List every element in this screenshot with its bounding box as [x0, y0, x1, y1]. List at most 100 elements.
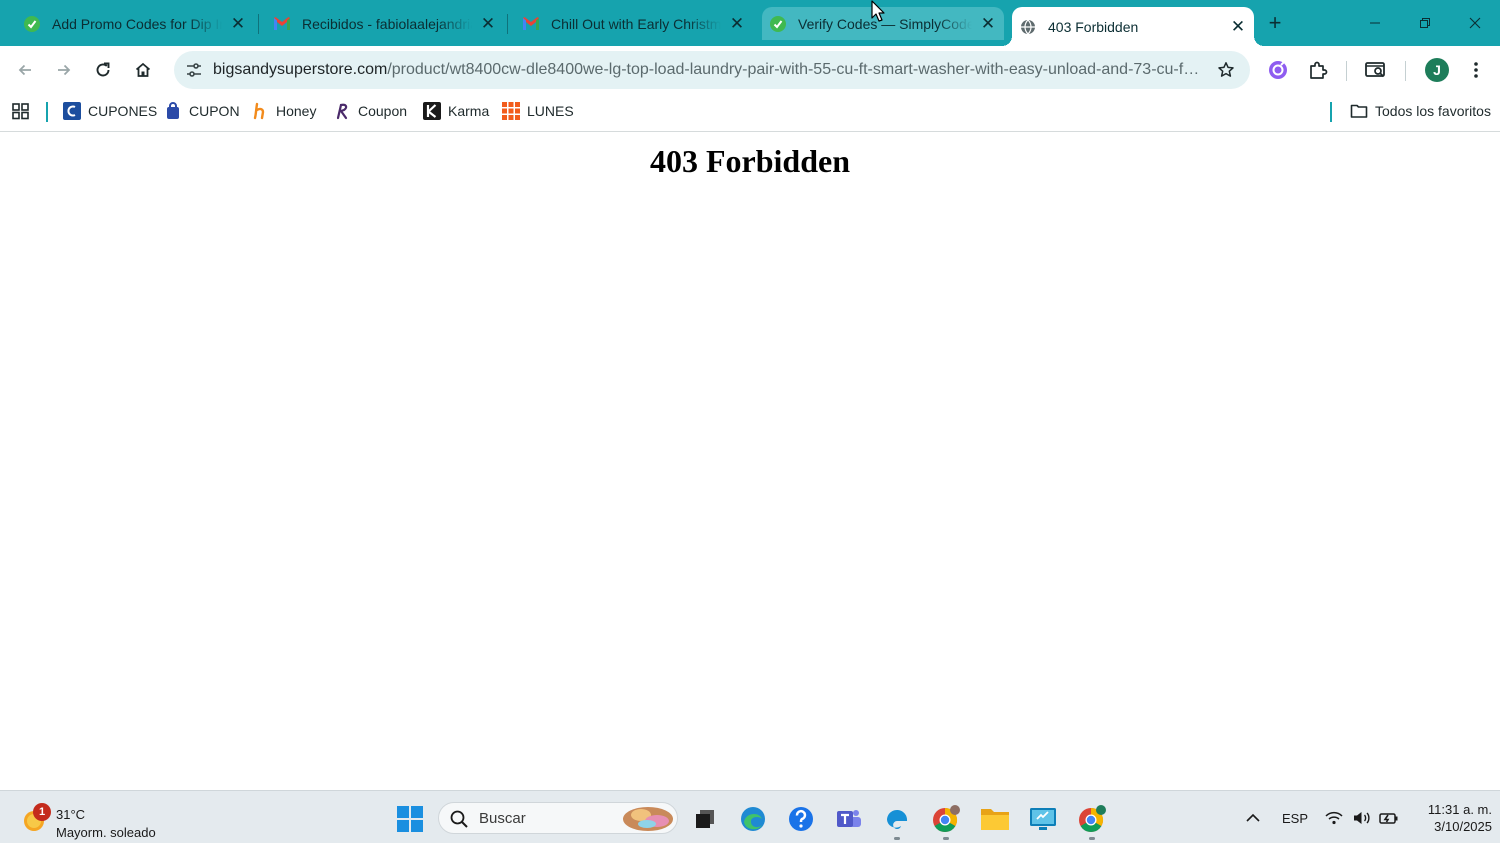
language-indicator[interactable]: ESP — [1278, 801, 1312, 835]
cupon-icon — [164, 102, 182, 120]
file-explorer-app[interactable] — [975, 799, 1015, 839]
browser-toolbar: bigsandysuperstore.com/product/wt8400cw-… — [0, 46, 1500, 94]
search-highlight-image — [623, 807, 673, 831]
bookmark-karma[interactable]: Karma — [423, 99, 489, 123]
clock[interactable]: 11:31 a. m. 3/10/2025 — [1408, 801, 1492, 835]
toolbar-separator — [1346, 61, 1347, 81]
close-icon[interactable]: ✕ — [478, 14, 498, 34]
wifi-icon[interactable] — [1322, 801, 1346, 835]
task-view-icon — [696, 810, 714, 828]
volume-icon[interactable] — [1350, 801, 1374, 835]
tab-403-forbidden[interactable]: 403 Forbidden ✕ — [1002, 7, 1264, 46]
bookmark-label: LUNES — [527, 103, 574, 119]
all-bookmarks-button[interactable]: Todos los favoritos — [1350, 99, 1491, 123]
address-bar[interactable]: bigsandysuperstore.com/product/wt8400cw-… — [174, 51, 1250, 89]
chrome-app-profile[interactable] — [926, 799, 966, 840]
teams-app[interactable] — [829, 799, 869, 839]
chevron-up-icon — [1246, 813, 1260, 822]
karma-icon — [423, 102, 441, 120]
running-indicator — [894, 837, 900, 840]
honey-icon — [251, 102, 269, 120]
tab-gmail-christmas[interactable]: Chill Out with Early Christmas ✕ — [505, 7, 753, 40]
bookmark-label: CUPONES — [88, 103, 158, 119]
close-icon[interactable]: ✕ — [228, 14, 248, 34]
lunes-icon — [502, 102, 520, 120]
tab-gmail-inbox[interactable]: Recibidos - fabiolaalejandria ✕ — [256, 7, 504, 40]
remote-desktop-icon — [1030, 808, 1056, 830]
chrome-icon — [1079, 805, 1106, 833]
home-icon — [135, 62, 151, 77]
back-button[interactable] — [10, 55, 40, 85]
tab-strip: Add Promo Codes for Dip Int ✕ Recibidos … — [0, 0, 1500, 46]
bookmark-honey[interactable]: Honey — [251, 99, 316, 123]
close-icon[interactable]: ✕ — [727, 14, 747, 34]
minimize-button[interactable] — [1360, 9, 1390, 37]
close-icon[interactable]: ✕ — [1228, 17, 1248, 37]
bookmark-lunes[interactable]: LUNES — [502, 99, 574, 123]
cupones-icon — [63, 102, 81, 120]
apps-button[interactable] — [12, 99, 37, 123]
notification-badge: 1 — [33, 803, 51, 821]
error-heading: 403 Forbidden — [649, 143, 851, 179]
battery-icon[interactable] — [1377, 801, 1401, 835]
profile-avatar[interactable]: J — [1425, 58, 1449, 82]
tab-search-icon[interactable] — [1364, 58, 1388, 82]
home-button[interactable] — [128, 55, 158, 85]
weather-temperature: 31°C — [56, 807, 86, 822]
url-host: bigsandysuperstore.com — [213, 61, 388, 78]
bookmark-separator — [1330, 102, 1332, 122]
reload-button[interactable] — [88, 55, 118, 85]
url-text[interactable]: bigsandysuperstore.com/product/wt8400cw-… — [213, 51, 1203, 89]
tab-title: 403 Forbidden — [1048, 18, 1139, 35]
close-window-button[interactable] — [1460, 9, 1490, 37]
teams-icon — [837, 810, 861, 827]
bookmark-star-icon[interactable] — [1216, 60, 1236, 80]
close-icon[interactable]: ✕ — [978, 14, 998, 34]
show-hidden-icons-button[interactable] — [1240, 801, 1266, 835]
bookmark-label: CUPON — [189, 103, 240, 119]
edge-dev-icon — [887, 809, 908, 829]
clock-date: 3/10/2025 — [1434, 819, 1492, 834]
folder-icon — [1350, 102, 1368, 120]
new-tab-button[interactable]: + — [1262, 10, 1288, 36]
bookmarks-bar: CUPONES CUPON Honey Coupon Karma LUNES T… — [0, 94, 1500, 132]
running-indicator — [1089, 837, 1095, 840]
windows-icon — [397, 806, 423, 832]
weather-condition: Mayorm. soleado — [56, 825, 156, 840]
chrome-app[interactable] — [1072, 799, 1112, 840]
tab-add-promo-codes[interactable]: Add Promo Codes for Dip Int ✕ — [6, 7, 254, 40]
bookmark-label: Karma — [448, 103, 490, 119]
globe-icon — [1020, 19, 1036, 35]
forward-button[interactable] — [49, 55, 79, 85]
weather-widget[interactable]: 1 31°C Mayorm. soleado — [20, 797, 190, 840]
start-button[interactable] — [390, 799, 430, 839]
help-app[interactable] — [781, 799, 821, 839]
mouse-cursor-icon — [871, 0, 885, 22]
tab-title: Recibidos - fabiolaalejandria — [302, 15, 472, 32]
page-content: 403 Forbidden — [0, 133, 1500, 790]
coupon-icon — [333, 102, 351, 120]
remote-desktop-app[interactable] — [1023, 799, 1063, 839]
chrome-icon — [933, 805, 960, 833]
site-info-icon[interactable] — [180, 56, 208, 84]
simplycodes-icon — [770, 15, 786, 32]
menu-kebab-icon[interactable] — [1464, 58, 1488, 82]
apps-grid-icon — [12, 102, 30, 120]
bookmark-cupones[interactable]: CUPONES — [63, 99, 157, 123]
simplycodes-icon — [24, 15, 40, 32]
task-view-button[interactable] — [685, 799, 725, 839]
gmail-icon — [274, 16, 290, 32]
folder-icon — [981, 809, 1009, 830]
help-icon — [789, 807, 813, 831]
reload-icon — [96, 62, 110, 77]
edge-dev-app[interactable] — [877, 799, 917, 840]
edge-app[interactable] — [733, 799, 773, 839]
tab-title: Add Promo Codes for Dip Int — [52, 15, 222, 32]
bookmark-coupon[interactable]: Coupon — [333, 99, 407, 123]
extension-icon[interactable] — [1266, 58, 1290, 82]
taskbar-search[interactable]: Buscar — [438, 802, 678, 834]
restore-button[interactable] — [1410, 9, 1440, 37]
extensions-puzzle-icon[interactable] — [1306, 58, 1330, 82]
bookmark-cupon[interactable]: CUPON — [164, 99, 240, 123]
running-indicator — [943, 837, 949, 840]
